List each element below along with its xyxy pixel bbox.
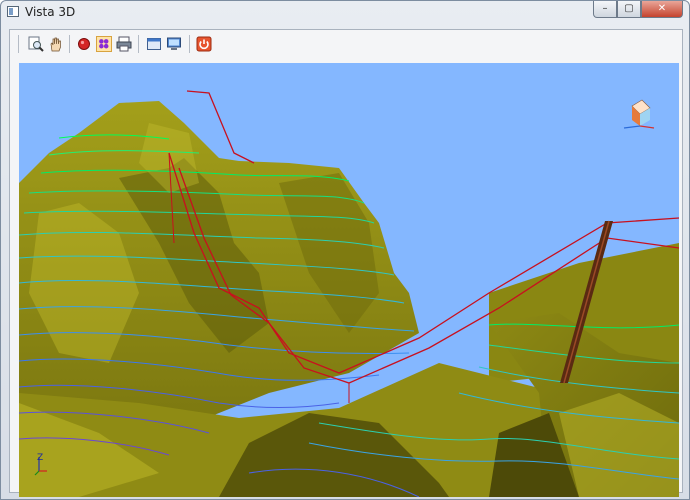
stop-icon[interactable] xyxy=(76,36,92,52)
client-area: Z xyxy=(9,29,683,497)
zoom-extents-icon[interactable] xyxy=(28,36,44,52)
maximize-button[interactable]: ▢ xyxy=(617,1,641,18)
window: Vista 3D – ▢ ✕ Z xyxy=(0,0,690,500)
toolbar-separator xyxy=(69,35,70,53)
toolbar-separator xyxy=(138,35,139,53)
toolbar xyxy=(10,30,682,56)
layers-icon[interactable] xyxy=(96,36,112,52)
close-button[interactable]: ✕ xyxy=(641,1,683,18)
minimize-button[interactable]: – xyxy=(593,1,617,18)
terrain-scene xyxy=(19,63,679,497)
title-bar[interactable]: Vista 3D – ▢ ✕ xyxy=(1,1,689,23)
window-title: Vista 3D xyxy=(25,5,76,19)
app-icon xyxy=(7,6,19,17)
print-icon[interactable] xyxy=(116,36,132,52)
power-icon[interactable] xyxy=(196,36,212,52)
z-axis-label: Z xyxy=(37,453,44,463)
toolbar-grip xyxy=(18,35,19,53)
pan-hand-icon[interactable] xyxy=(48,36,64,52)
3d-viewport[interactable]: Z xyxy=(19,63,679,497)
monitor-icon[interactable] xyxy=(166,36,182,52)
toolbar-separator xyxy=(189,35,190,53)
window-icon[interactable] xyxy=(146,36,162,52)
